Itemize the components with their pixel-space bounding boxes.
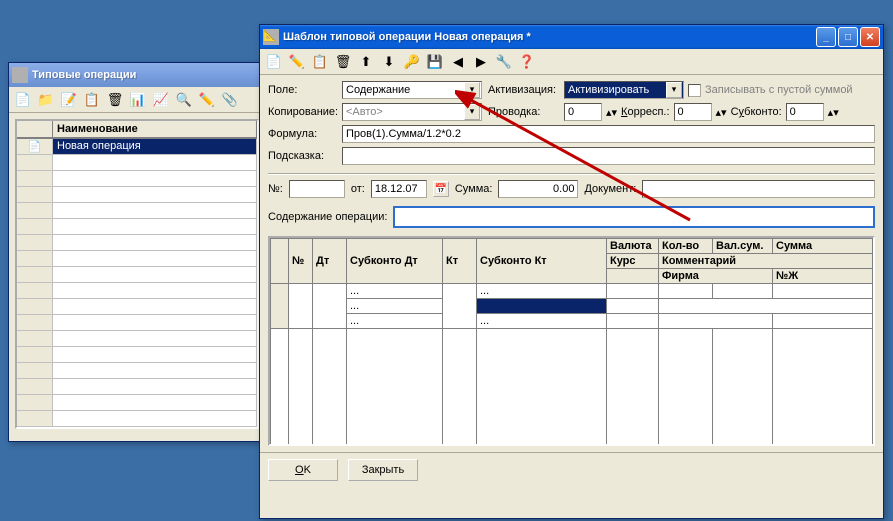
ok-button[interactable]: OK xyxy=(268,459,338,481)
back-title: Типовые операции xyxy=(32,69,262,81)
grid-row[interactable]: ... xyxy=(271,299,873,314)
doc-input[interactable] xyxy=(642,180,875,198)
cell-subdt-1[interactable]: ... xyxy=(347,284,443,299)
cell-subkt-1[interactable]: ... xyxy=(477,284,607,299)
col-name[interactable]: Наименование xyxy=(53,121,257,138)
tb-help-icon[interactable]: ❓ xyxy=(517,52,537,72)
cell-subkt-2-selected[interactable] xyxy=(477,299,607,314)
th-subdt[interactable]: Субконто Дт xyxy=(347,239,443,284)
tb-save-icon[interactable]: 💾 xyxy=(425,52,445,72)
th-sum[interactable]: Сумма xyxy=(773,239,873,254)
hint-label: Подсказка: xyxy=(268,150,336,162)
cell-subdt-3[interactable]: ... xyxy=(347,314,443,329)
th-comment[interactable]: Комментарий xyxy=(659,254,873,269)
tool-edit-icon[interactable]: 📝 xyxy=(59,90,79,110)
tb-key-icon[interactable]: 🔑 xyxy=(402,52,422,72)
content-input[interactable] xyxy=(393,206,875,228)
sum-label: Сумма: xyxy=(455,183,493,195)
tool-new-icon[interactable]: 📄 xyxy=(13,90,33,110)
tool-e-icon[interactable]: 📎 xyxy=(220,90,240,110)
th-blank[interactable] xyxy=(607,269,659,284)
tb-prev-icon[interactable]: ◀ xyxy=(448,52,468,72)
field-label: Поле: xyxy=(268,84,336,96)
sum-input[interactable] xyxy=(498,180,578,198)
minimize-button[interactable]: _ xyxy=(816,27,836,47)
no-input[interactable] xyxy=(289,180,345,198)
corresp-label: Корресп.: xyxy=(621,106,669,118)
tool-b-icon[interactable]: 📈 xyxy=(151,90,171,110)
content-label: Содержание операции: xyxy=(268,211,387,223)
doc-label: Документ: xyxy=(584,183,636,195)
tb-new-icon[interactable]: 📄 xyxy=(264,52,284,72)
tb-del-icon[interactable]: 🗑 xyxy=(333,52,353,72)
th-valsum[interactable]: Вал.сум. xyxy=(713,239,773,254)
tb-edit-icon[interactable]: ✏️ xyxy=(287,52,307,72)
th-nj[interactable]: №Ж xyxy=(773,269,873,284)
posting-input[interactable] xyxy=(564,103,602,121)
entries-grid[interactable]: № Дт Субконто Дт Кт Субконто Кт Валюта К… xyxy=(268,236,875,446)
th-no[interactable]: № xyxy=(289,239,313,284)
no-label: №: xyxy=(268,183,283,195)
row-icon: 📄 xyxy=(17,139,53,154)
grid-row[interactable]: ... ... xyxy=(271,314,873,329)
formula-input[interactable] xyxy=(342,125,875,143)
list-header: Наименование xyxy=(17,121,257,139)
subconto-input[interactable] xyxy=(786,103,824,121)
close-button[interactable]: ✕ xyxy=(860,27,880,47)
write-empty-checkbox[interactable] xyxy=(688,84,701,97)
back-toolbar: 📄 📁 📝 📋 🗑 📊 📈 🔍 ✏️ 📎 xyxy=(9,87,265,113)
tool-copy-icon[interactable]: 📋 xyxy=(82,90,102,110)
field-select[interactable] xyxy=(342,81,482,99)
maximize-button[interactable]: □ xyxy=(838,27,858,47)
write-empty-label: Записывать с пустой суммой xyxy=(705,84,853,96)
th-kt[interactable]: Кт xyxy=(443,239,477,284)
tb-copy-icon[interactable]: 📋 xyxy=(310,52,330,72)
main-titlebar[interactable]: 📐 Шаблон типовой операции Новая операция… xyxy=(260,25,883,49)
subconto-label: Субконто: xyxy=(731,106,782,118)
back-window: Типовые операции 📄 📁 📝 📋 🗑 📊 📈 🔍 ✏️ 📎 На… xyxy=(8,62,266,442)
tool-c-icon[interactable]: 🔍 xyxy=(174,90,194,110)
th-firm[interactable]: Фирма xyxy=(659,269,773,284)
row-name: Новая операция xyxy=(53,139,257,154)
close-window-button[interactable]: Закрыть xyxy=(348,459,418,481)
th-currency[interactable]: Валюта xyxy=(607,239,659,254)
main-title: Шаблон типовой операции Новая операция * xyxy=(283,31,816,43)
hint-input[interactable] xyxy=(342,147,875,165)
tool-a-icon[interactable]: 📊 xyxy=(128,90,148,110)
list-row[interactable]: 📄 Новая операция xyxy=(17,139,257,155)
th-idx[interactable] xyxy=(271,239,289,284)
activation-select[interactable] xyxy=(564,81,684,99)
date-input[interactable] xyxy=(371,180,427,198)
grid-row[interactable]: ... ... xyxy=(271,284,873,299)
tb-next-icon[interactable]: ▶ xyxy=(471,52,491,72)
th-rate[interactable]: Курс xyxy=(607,254,659,269)
cell-subdt-2[interactable]: ... xyxy=(347,299,443,314)
formula-label: Формула: xyxy=(268,128,336,140)
tb-a-icon[interactable]: 🔧 xyxy=(494,52,514,72)
col-icon[interactable] xyxy=(17,121,53,138)
th-qty[interactable]: Кол-во xyxy=(659,239,713,254)
app-icon xyxy=(12,67,28,83)
cell-subkt-3[interactable]: ... xyxy=(477,314,607,329)
from-label: от: xyxy=(351,183,365,195)
tool-del-icon[interactable]: 🗑 xyxy=(105,90,125,110)
back-titlebar[interactable]: Типовые операции xyxy=(9,63,265,87)
copy-label: Копирование: xyxy=(268,106,336,118)
tool-folder-icon[interactable]: 📁 xyxy=(36,90,56,110)
operations-list[interactable]: Наименование 📄 Новая операция xyxy=(15,119,259,429)
calendar-icon[interactable]: 📅 xyxy=(433,181,449,197)
tb-down-icon[interactable]: ⬇ xyxy=(379,52,399,72)
tool-d-icon[interactable]: ✏️ xyxy=(197,90,217,110)
th-dt[interactable]: Дт xyxy=(313,239,347,284)
activation-label: Активизация: xyxy=(488,84,558,96)
corresp-input[interactable] xyxy=(674,103,712,121)
th-subkt[interactable]: Субконто Кт xyxy=(477,239,607,284)
main-window: 📐 Шаблон типовой операции Новая операция… xyxy=(259,24,884,519)
app-icon: 📐 xyxy=(263,29,279,45)
main-toolbar: 📄 ✏️ 📋 🗑 ⬆ ⬇ 🔑 💾 ◀ ▶ 🔧 ❓ xyxy=(260,49,883,75)
copy-select[interactable] xyxy=(342,103,482,121)
tb-up-icon[interactable]: ⬆ xyxy=(356,52,376,72)
posting-label: Проводка: xyxy=(488,106,558,118)
